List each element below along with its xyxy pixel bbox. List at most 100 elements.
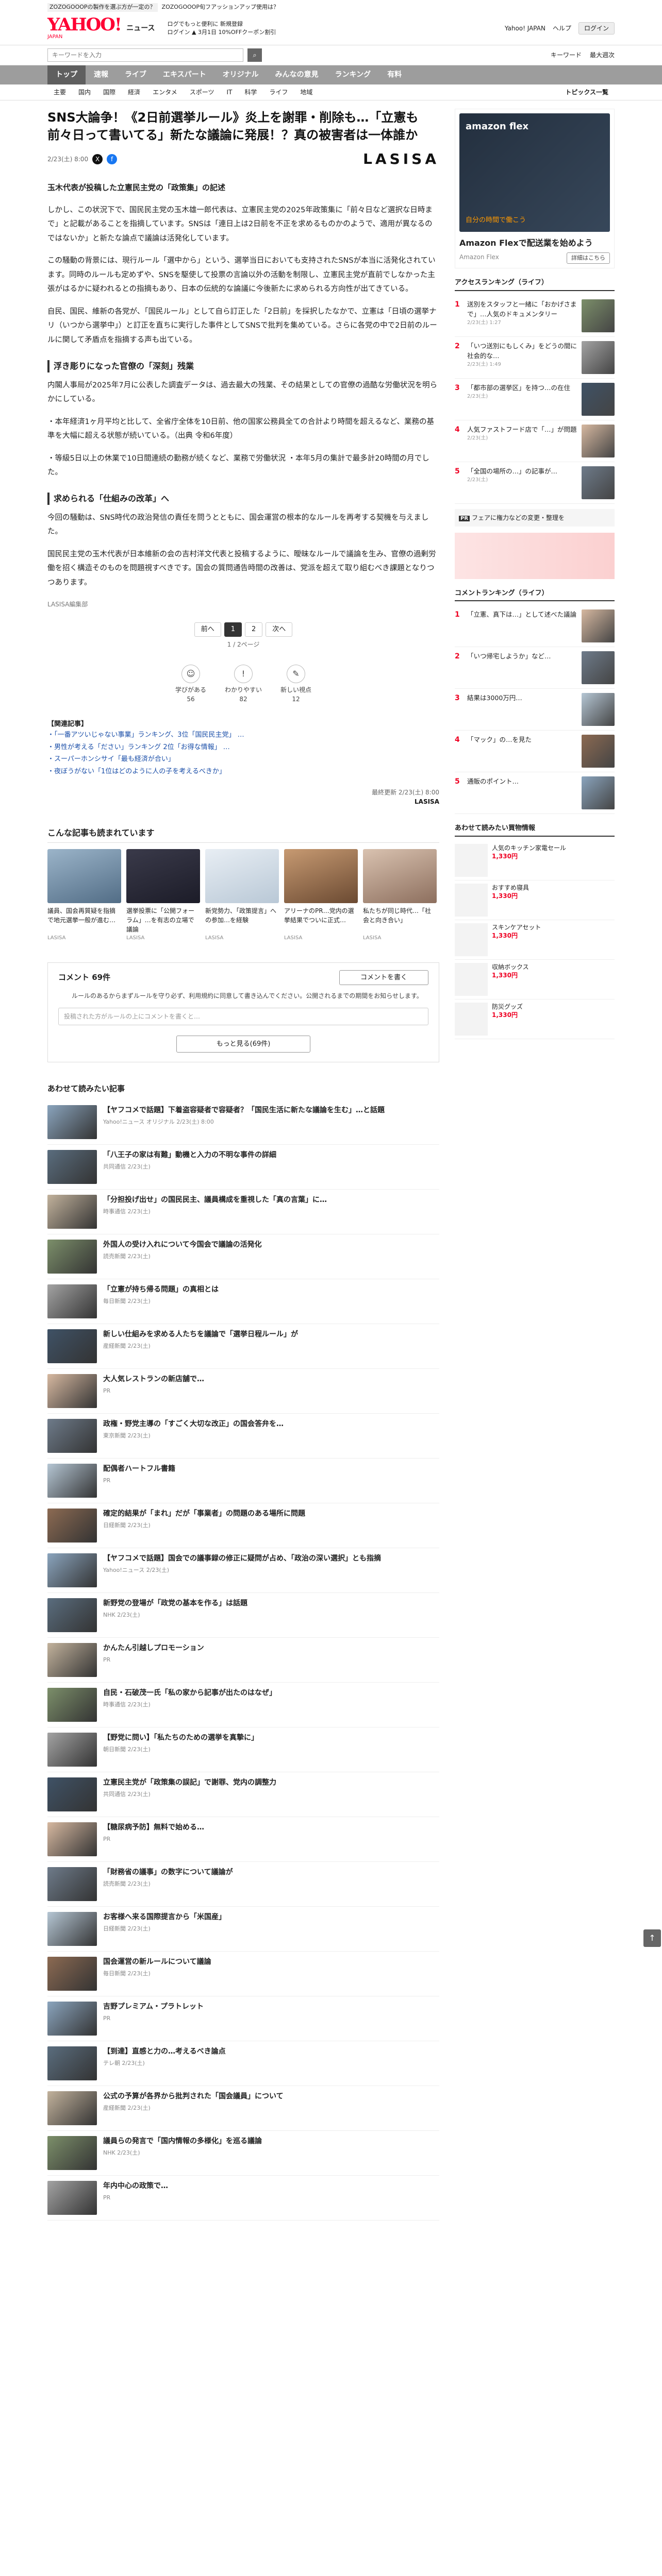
comment-ranking-item[interactable]: 4 「マック」の…を見た [455, 731, 615, 772]
nav-top[interactable]: トップ [47, 65, 86, 84]
x-share-icon[interactable]: X [92, 154, 103, 165]
shop-item[interactable]: スキンケアセット 1,330円 [455, 920, 615, 960]
shop-item[interactable]: 収納ボックス 1,330円 [455, 960, 615, 999]
feed-item[interactable]: 【ヤフコメで話題】国会での議事録の修正に疑問が占め、「政治の深い選択」とも指摘 Y… [47, 1548, 439, 1593]
subnav-item[interactable]: 国内 [72, 84, 97, 100]
comment-ranking-item[interactable]: 2 「いつ帰宅しようか」など… [455, 647, 615, 689]
notice-tag[interactable]: ZOZOGOOOPの製作を選ぶ方が一定の？ [47, 3, 158, 12]
promo-line2[interactable]: ログイン ▲ 3月1日 10%OFFクーポン割引 [168, 28, 276, 36]
comment-ranking-item[interactable]: 1 「立憲、真下は…」として述べた議論 [455, 605, 615, 647]
search-input[interactable] [47, 48, 243, 62]
recommend-card[interactable]: アリーナのPR…党内の選挙結果でついに正式… LASISA [284, 849, 358, 942]
ranking-item[interactable]: 2 「いつ送別にもしくみ」をどうの間に社会的な… 2/23(土) 1:49 [455, 337, 615, 379]
feed-item[interactable]: 「立憲が持ち帰る問題」の真相とは 毎日新聞 2/23(土) [47, 1279, 439, 1324]
feed-item[interactable]: 立憲民主党が「政策集の誤記」で謝罪、党内の調整力 共同通信 2/23(土) [47, 1772, 439, 1817]
ranking-item[interactable]: 4 人気ファストフード店で「…」が問題 2/23(土) [455, 420, 615, 462]
login-button[interactable]: ログイン [578, 22, 615, 35]
recommend-card[interactable]: 議員、国会再質疑を指摘で地元選挙一般が進む… LASISA [47, 849, 121, 942]
comment-ranking-item[interactable]: 5 通販のポイント… [455, 772, 615, 814]
related-link[interactable]: ・男性が考える「ださい」ランキング 2位「お得な情報」 … [47, 741, 439, 753]
comment-input[interactable]: 投稿された方がルールの上にコメントを書くと… [58, 1007, 428, 1025]
shop-item[interactable]: 防災グッズ 1,330円 [455, 999, 615, 1039]
yahoo-japan-link[interactable]: Yahoo! JAPAN [505, 24, 545, 33]
nav-expert[interactable]: エキスパート [155, 65, 214, 84]
feed-item[interactable]: 外国人の受け入れについて今国会で議論の活発化 読売新聞 2/23(土) [47, 1234, 439, 1279]
nav-flash[interactable]: 速報 [86, 65, 117, 84]
nav-opinion[interactable]: みんなの意見 [267, 65, 327, 84]
feed-item[interactable]: 【到達】直感と力の…考えるべき論点 テレ朝 2/23(土) [47, 2041, 439, 2086]
ranking-item[interactable]: 1 送別をスタッフと一緒に「おかげさまで」…人気のドキュメンタリー 2/23(土) … [455, 295, 615, 337]
feed-item[interactable]: 【野党に問い】「私たちのための選挙を真摯に」 朝日新聞 2/23(土) [47, 1727, 439, 1772]
subnav-item[interactable]: IT [220, 84, 238, 100]
write-comment-button[interactable]: コメントを書く [339, 970, 428, 986]
feed-item[interactable]: 公式の予算が各界から批判された「国会議員」について 産経新聞 2/23(土) [47, 2086, 439, 2131]
related-link[interactable]: ・「一番アツいじゃない事業」ランキング、3位「国民民主党」 … [47, 729, 439, 741]
subnav-item[interactable]: 地域 [294, 84, 319, 100]
search-link-1[interactable]: キーワード [551, 50, 582, 60]
page-2-button[interactable]: 2 [245, 622, 263, 637]
feed-item[interactable]: 「八王子の家は有難」動機と入力の不明な事件の詳細 共同通信 2/23(土) [47, 1145, 439, 1190]
notice-text[interactable]: ZOZOGOOOP旬フアッションアップ使用は？ [162, 3, 279, 12]
more-comments-button[interactable]: もっと見る(69件) [176, 1035, 310, 1053]
ranking-item[interactable]: 5 「全国の場所の…」の記事が… 2/23(土) [455, 462, 615, 504]
recommend-card[interactable]: 私たちが同じ時代…「社会と向き合い」 LASISA [363, 849, 437, 942]
sig-brand[interactable]: LASISA [415, 798, 439, 805]
feed-item[interactable]: 吉野プレミアム・プラトレット PR [47, 1996, 439, 2041]
shop-item[interactable]: おすすめ寝具 1,330円 [455, 880, 615, 920]
feed-item[interactable]: 【糖尿病予防】無料で始める… PR [47, 1817, 439, 1862]
search-link-2[interactable]: 最大週次 [590, 50, 615, 60]
feed-item[interactable]: 政権・野党主導の「すごく大切な改正」の国会答弁を… 東京新聞 2/23(土) [47, 1414, 439, 1459]
feed-item[interactable]: 【ヤフコメで話題】下着盗容疑者で容疑者？「国民生活に新たな議論を生む」…と話題 Y… [47, 1100, 439, 1145]
subnav-item[interactable]: 科学 [238, 84, 263, 100]
related-link[interactable]: ・夜ぼうがない「1位はどのように人の子を考えるべきか」 [47, 766, 439, 777]
feed-item[interactable]: 新野党の登場が「政党の基本を作る」は話題 NHK 2/23(土) [47, 1593, 439, 1638]
nav-ranking[interactable]: ランキング [327, 65, 379, 84]
feed-item[interactable]: 新しい仕組みを求める人たちを議論で「選挙日程ルール」が 産経新聞 2/23(土) [47, 1324, 439, 1369]
nav-live[interactable]: ライブ [117, 65, 155, 84]
page-1-button[interactable]: 1 [224, 622, 242, 637]
logo[interactable]: YAHOO! ニュース JAPAN [47, 16, 155, 41]
sidebar-banner[interactable] [455, 532, 615, 579]
feed-item[interactable]: 「分担投げ出せ」の国民民主、議員構成を重視した「真の言葉」に… 時事通信 2/23… [47, 1190, 439, 1234]
sidebar-pr[interactable]: PR フェアに権力などの変更・整理を [455, 509, 615, 527]
reaction-learn[interactable]: ☺ 学びがある 56 [175, 664, 206, 704]
feed-item[interactable]: 大人気レストランの新店舗で… PR [47, 1369, 439, 1414]
subnav-item[interactable]: 主要 [47, 84, 72, 100]
subnav-item[interactable]: 経済 [122, 84, 146, 100]
feed-item[interactable]: 「財務省の議事」の数字について議論が 読売新聞 2/23(土) [47, 1862, 439, 1907]
prev-page-button[interactable]: 前へ [194, 622, 221, 637]
feed-item[interactable]: 議員らの発言で「国内情報の多様化」を巡る議論 NHK 2/23(土) [47, 2131, 439, 2176]
feed-item[interactable]: 国会運営の新ルールについて議論 毎日新聞 2/23(土) [47, 1952, 439, 1996]
page-top-button[interactable]: ↑ [643, 1929, 661, 1947]
brand-logo[interactable]: LASISA [363, 148, 439, 170]
subnav-item[interactable]: ライフ [263, 84, 294, 100]
related-link[interactable]: ・スーパーホンシサイ「最も経済が合い」 [47, 753, 439, 765]
promo[interactable]: ログでもっと便利に 新規登録 ログイン ▲ 3月1日 10%OFFクーポン割引 [168, 20, 276, 36]
search-button[interactable]: ⌕ [247, 48, 262, 62]
feed-item[interactable]: 確定的結果が「まれ」だが「事業者」の問題のある場所に問題 日経新聞 2/23(土) [47, 1503, 439, 1548]
topics-list-link[interactable]: トピックス一覧 [559, 84, 615, 100]
ranking-item[interactable]: 3 「都市部の選挙区」を持つ…の在住 2/23(土) [455, 379, 615, 420]
ad-detail-button[interactable]: 詳細はこちら [567, 252, 610, 264]
promo-line1[interactable]: ログでもっと便利に 新規登録 [168, 20, 276, 28]
nav-original[interactable]: オリジナル [214, 65, 267, 84]
shop-item[interactable]: 人気のキッチン家電セール 1,330円 [455, 841, 615, 880]
recommend-card[interactable]: 選挙投票に「公開フォーラム」…を有志の立場で議論 LASISA [126, 849, 200, 942]
comment-ranking-item[interactable]: 3 結果は3000万円… [455, 689, 615, 731]
reaction-clear[interactable]: ! わかりやすい 82 [225, 664, 262, 704]
subnav-item[interactable]: エンタメ [146, 84, 184, 100]
recommend-card[interactable]: 新党勢力、「政策提言」への参加…を経験 LASISA [205, 849, 279, 942]
subnav-item[interactable]: 国際 [97, 84, 122, 100]
feed-item[interactable]: 自民・石破茂一氏「私の家から記事が出たのはなぜ」 時事通信 2/23(土) [47, 1683, 439, 1727]
reaction-new-view[interactable]: ✎ 新しい視点 12 [280, 664, 311, 704]
next-page-button[interactable]: 次へ [266, 622, 293, 637]
feed-item[interactable]: 年内中心の政策で… PR [47, 2176, 439, 2221]
sidebar-ad[interactable]: amazon flex 自分の時間で働こう Amazon Flexで配送業を始め… [455, 108, 615, 268]
nav-paid[interactable]: 有料 [379, 65, 410, 84]
feed-item[interactable]: お客様へ来る国際提言から「米国産」 日経新聞 2/23(土) [47, 1907, 439, 1952]
help-link[interactable]: ヘルプ [553, 24, 571, 33]
subnav-item[interactable]: スポーツ [184, 84, 221, 100]
feed-item[interactable]: かんたん引越しプロモーション PR [47, 1638, 439, 1683]
facebook-share-icon[interactable]: f [107, 154, 118, 165]
feed-item[interactable]: 配偶者ハートフル書籍 PR [47, 1459, 439, 1503]
